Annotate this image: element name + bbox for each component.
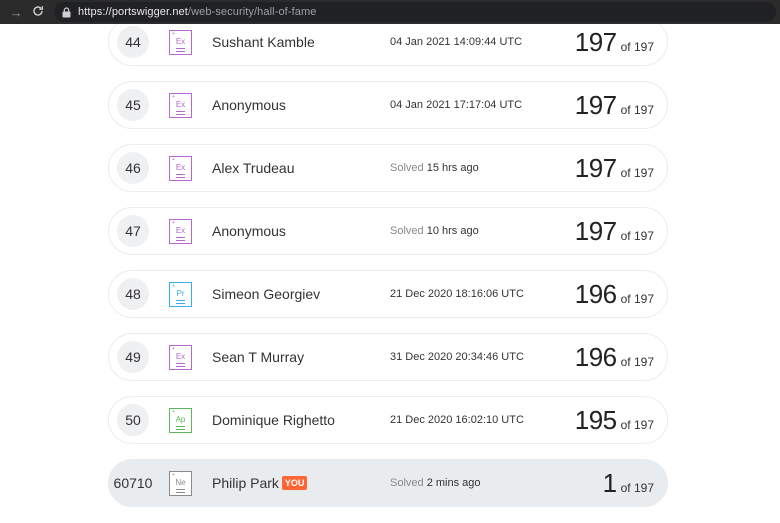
score: 197 of 197 bbox=[575, 90, 654, 121]
completion-date: 21 Dec 2020 18:16:06 UTC bbox=[390, 288, 524, 300]
completion-date: 04 Jan 2021 14:09:44 UTC bbox=[390, 36, 523, 48]
reload-icon[interactable] bbox=[28, 5, 48, 20]
score-total: of 197 bbox=[620, 417, 654, 432]
forward-arrow-icon[interactable]: → bbox=[6, 5, 26, 20]
leaderboard-row: 48 + Pr Simeon Georgiev 21 Dec 2020 18:16:06… bbox=[108, 270, 668, 318]
score: 196 of 197 bbox=[575, 279, 654, 310]
score-total: of 197 bbox=[620, 354, 654, 369]
rank-badge: 60710 bbox=[113, 475, 153, 491]
score-total: of 197 bbox=[620, 102, 654, 117]
level-icon: + Ex bbox=[169, 218, 192, 244]
player-name: Sean T Murray bbox=[212, 349, 305, 365]
level-abbrev: Ex bbox=[175, 351, 186, 361]
score: 196 of 197 bbox=[575, 342, 654, 373]
player-name: Simeon Georgiev bbox=[212, 286, 321, 302]
level-icon: + Ex bbox=[169, 344, 192, 370]
level-abbrev: Ap bbox=[175, 414, 186, 424]
score-total: of 197 bbox=[620, 480, 654, 495]
score-value: 197 bbox=[574, 215, 617, 246]
leaderboard-row: 44 + Ex Sushant Kamble 04 Jan 2021 14:09:44 … bbox=[108, 18, 668, 66]
lock-icon bbox=[62, 6, 71, 17]
score-value: 195 bbox=[574, 404, 617, 435]
completion-date: Solved 10 hrs ago bbox=[390, 225, 479, 237]
score-value: 197 bbox=[574, 89, 617, 120]
score-value: 1 bbox=[602, 467, 617, 498]
score: 197 of 197 bbox=[575, 216, 654, 247]
url-text: https://portswigger.net/web-security/hal… bbox=[78, 6, 317, 18]
level-abbrev: Ex bbox=[175, 99, 186, 109]
rank-badge: 48 bbox=[117, 278, 149, 310]
leaderboard-row: 46 + Ex Alex Trudeau Solved 15 hrs ago 197 of … bbox=[108, 144, 668, 192]
score-value: 197 bbox=[574, 26, 617, 57]
score-value: 196 bbox=[574, 341, 617, 372]
leaderboard-row: 45 + Ex Anonymous 04 Jan 2021 17:17:04 UTC 19… bbox=[108, 81, 668, 129]
score: 197 of 197 bbox=[575, 27, 654, 58]
score: 1 of 197 bbox=[603, 468, 654, 499]
level-abbrev: Ex bbox=[175, 162, 186, 172]
you-badge: YOU bbox=[281, 476, 308, 490]
completion-date: 04 Jan 2021 17:17:04 UTC bbox=[390, 99, 523, 111]
level-abbrev: Ne bbox=[175, 477, 186, 487]
rank-badge: 45 bbox=[117, 89, 149, 121]
rank-badge: 46 bbox=[117, 152, 149, 184]
level-icon: + Ex bbox=[169, 155, 192, 181]
level-icon: + Pr bbox=[169, 281, 192, 307]
completion-date: 21 Dec 2020 16:02:10 UTC bbox=[390, 414, 524, 426]
player-name: Philip Park YOU bbox=[212, 475, 308, 491]
score: 197 of 197 bbox=[575, 153, 654, 184]
score: 195 of 197 bbox=[575, 405, 654, 436]
leaderboard-row: 50 + Ap Dominique Righetto 21 Dec 2020 16:02… bbox=[108, 396, 668, 444]
rank-badge: 49 bbox=[117, 341, 149, 373]
address-bar[interactable]: https://portswigger.net/web-security/hal… bbox=[54, 2, 776, 22]
player-name: Dominique Righetto bbox=[212, 412, 335, 428]
level-abbrev: Ex bbox=[175, 36, 186, 46]
score-total: of 197 bbox=[620, 165, 654, 180]
score-value: 197 bbox=[574, 152, 617, 183]
score-total: of 197 bbox=[620, 39, 654, 54]
rank-badge: 47 bbox=[117, 215, 149, 247]
player-name: Anonymous bbox=[212, 97, 286, 113]
completion-date: Solved 15 hrs ago bbox=[390, 162, 479, 174]
score-total: of 197 bbox=[620, 291, 654, 306]
score-value: 196 bbox=[574, 278, 617, 309]
score-total: of 197 bbox=[620, 228, 654, 243]
level-icon: + Ne bbox=[169, 470, 192, 496]
level-icon: + Ex bbox=[169, 29, 192, 55]
player-name: Sushant Kamble bbox=[212, 34, 315, 50]
completion-date: 31 Dec 2020 20:34:46 UTC bbox=[390, 351, 524, 363]
rank-badge: 50 bbox=[117, 404, 149, 436]
player-name: Anonymous bbox=[212, 223, 286, 239]
browser-toolbar: → https://portswigger.net/web-security/h… bbox=[0, 0, 780, 24]
level-icon: + Ap bbox=[169, 407, 192, 433]
rank-badge: 44 bbox=[117, 26, 149, 58]
current-user-row: 60710 + Ne Philip Park YOU Solved 2 mins ago 1… bbox=[108, 459, 668, 507]
leaderboard-row: 49 + Ex Sean T Murray 31 Dec 2020 20:34:46 U… bbox=[108, 333, 668, 381]
level-abbrev: Ex bbox=[175, 225, 186, 235]
level-abbrev: Pr bbox=[176, 288, 185, 298]
level-icon: + Ex bbox=[169, 92, 192, 118]
completion-date: Solved 2 mins ago bbox=[390, 477, 481, 489]
leaderboard-row: 47 + Ex Anonymous Solved 10 hrs ago 197 of 197 bbox=[108, 207, 668, 255]
player-name: Alex Trudeau bbox=[212, 160, 295, 176]
